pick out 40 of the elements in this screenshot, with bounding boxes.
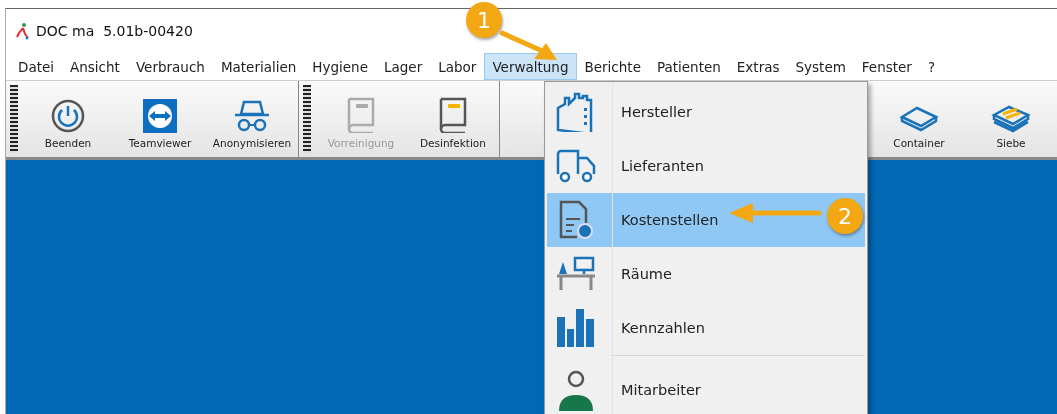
menu-item[interactable]: Fenster <box>853 53 920 80</box>
toolbar-button[interactable]: Siebe <box>965 81 1057 157</box>
dropdown-item[interactable]: Räume <box>547 247 865 301</box>
menu-item[interactable]: Materialien <box>212 53 305 80</box>
desk-icon <box>555 256 597 292</box>
menu-item[interactable]: Verwaltung <box>484 53 577 80</box>
menu-item[interactable]: Datei <box>10 53 63 80</box>
grip-handle[interactable] <box>303 85 311 153</box>
dropdown-item[interactable]: Hersteller <box>547 85 865 139</box>
toolbar-button[interactable]: Container <box>873 81 965 157</box>
book-icon <box>345 95 377 133</box>
bar-chart-icon <box>555 307 597 349</box>
menu-item[interactable]: Verbrauch <box>127 53 213 80</box>
incognito-icon <box>232 99 272 133</box>
step-badge: 1 <box>466 2 502 38</box>
menu-item[interactable]: Ansicht <box>62 53 128 80</box>
dropdown-item[interactable]: Lieferanten <box>547 139 865 193</box>
toolbar-button[interactable]: Desinfektion <box>407 81 499 157</box>
menu-item[interactable]: ? <box>919 53 944 80</box>
menu-item[interactable]: System <box>787 53 854 80</box>
menu-item[interactable]: Labor <box>430 53 485 80</box>
arrow-icon <box>500 30 558 62</box>
toolbar-button[interactable]: Beenden <box>22 81 114 157</box>
arrow-icon <box>727 202 823 224</box>
power-icon <box>51 99 85 133</box>
menu-item[interactable]: Extras <box>728 53 788 80</box>
menu-item[interactable]: Hygiene <box>304 53 376 80</box>
truck-icon <box>555 148 597 184</box>
menu-item[interactable]: Berichte <box>576 53 649 80</box>
toolbar-button[interactable]: Teamviewer <box>114 81 206 157</box>
window-title: DOC ma 5.01b-00420 <box>36 23 193 39</box>
menu-item[interactable]: Patienten <box>648 53 729 80</box>
menu-item[interactable]: Lager <box>376 53 431 80</box>
toolbar-button[interactable]: Anonymisieren <box>206 81 298 157</box>
book-icon <box>437 95 469 133</box>
dropdown-item[interactable]: Kennzahlen <box>547 301 865 355</box>
sieve-icon <box>991 103 1031 133</box>
teamviewer-icon <box>143 99 177 133</box>
grip-handle[interactable] <box>10 85 18 153</box>
app-icon <box>16 22 30 40</box>
